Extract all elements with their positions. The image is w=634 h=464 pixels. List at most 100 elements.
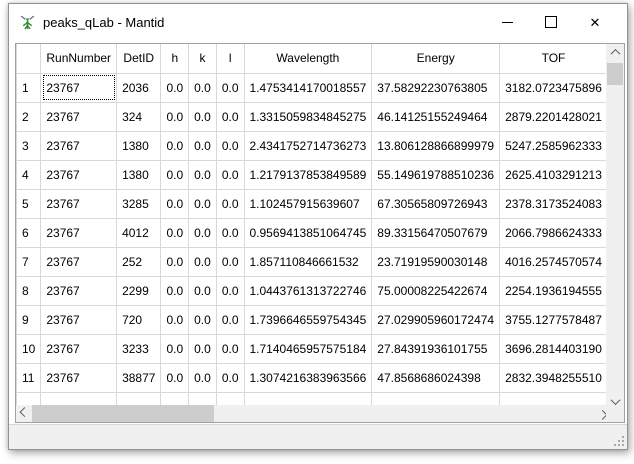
minimize-button[interactable]: [485, 4, 529, 40]
table-cell[interactable]: 23767: [41, 73, 117, 102]
table-cell[interactable]: 0.0: [189, 305, 217, 334]
row-number[interactable]: 10: [17, 334, 41, 363]
column-header-wavelength[interactable]: Wavelength: [244, 44, 372, 73]
table-cell[interactable]: 1.3315059834845275: [244, 102, 372, 131]
table-cell[interactable]: 2879.2201428021: [500, 102, 606, 131]
table-cell[interactable]: 1.3074216383963566: [244, 363, 372, 392]
table-cell[interactable]: 23767: [41, 334, 117, 363]
table-cell[interactable]: 0.0: [161, 73, 189, 102]
table-cell[interactable]: 0.0: [189, 334, 217, 363]
scroll-right-button[interactable]: [590, 405, 606, 422]
table-cell[interactable]: 0.0: [161, 363, 189, 392]
close-button[interactable]: ✕: [573, 4, 617, 40]
table-cell[interactable]: 0.0: [216, 189, 244, 218]
table-cell[interactable]: 23767: [41, 189, 117, 218]
row-number[interactable]: 11: [17, 363, 41, 392]
column-header-h[interactable]: h: [161, 44, 189, 73]
table-cell[interactable]: 0.0: [189, 276, 217, 305]
table-cell[interactable]: 27.029905960172474: [372, 305, 500, 334]
table-cell[interactable]: 0.0: [161, 334, 189, 363]
table-cell[interactable]: 47.8568686024398: [372, 363, 500, 392]
horizontal-scrollbar-thumb[interactable]: [32, 405, 214, 422]
table-cell[interactable]: 0.0: [189, 102, 217, 131]
table-cell[interactable]: 0.0: [216, 131, 244, 160]
table-cell[interactable]: 1.0443761313722746: [244, 276, 372, 305]
table-cell[interactable]: 4012: [117, 218, 161, 247]
row-number[interactable]: 7: [17, 247, 41, 276]
scroll-left-button[interactable]: [16, 405, 32, 422]
table-cell[interactable]: 0.0: [161, 131, 189, 160]
table-cell[interactable]: 1.7396646559754345: [244, 305, 372, 334]
table-cell[interactable]: 3755.1277578487: [500, 305, 606, 334]
table-cell[interactable]: 1380: [117, 131, 161, 160]
table-cell[interactable]: 1.2179137853849589: [244, 160, 372, 189]
table-cell[interactable]: 1.102457915639607: [244, 189, 372, 218]
table-cell[interactable]: 2832.3948255510: [500, 363, 606, 392]
table-cell[interactable]: 0.0: [189, 73, 217, 102]
table-cell[interactable]: 324: [117, 102, 161, 131]
table-cell[interactable]: 2378.3173524083: [500, 189, 606, 218]
row-number[interactable]: 2: [17, 102, 41, 131]
row-number[interactable]: 4: [17, 160, 41, 189]
table-cell[interactable]: 1.857110846661532: [244, 247, 372, 276]
titlebar[interactable]: peaks_qLab - Mantid ✕: [9, 4, 627, 40]
row-number[interactable]: 1: [17, 73, 41, 102]
table-cell[interactable]: 1380: [117, 160, 161, 189]
table-cell[interactable]: 0.0: [161, 102, 189, 131]
table-cell[interactable]: 23767: [41, 363, 117, 392]
table-cell[interactable]: 1.4753414170018557: [244, 73, 372, 102]
table-cell[interactable]: 23767: [41, 102, 117, 131]
column-header-energy[interactable]: Energy: [372, 44, 500, 73]
table-cell[interactable]: 0.0: [216, 73, 244, 102]
table-cell[interactable]: 2299: [117, 276, 161, 305]
scroll-down-button[interactable]: [606, 389, 624, 405]
vertical-scrollbar-thumb[interactable]: [607, 63, 623, 85]
table-cell[interactable]: 38877: [117, 363, 161, 392]
table-cell[interactable]: 0.0: [189, 131, 217, 160]
resize-grip-icon[interactable]: [614, 436, 624, 446]
vertical-scrollbar[interactable]: [606, 44, 624, 405]
table-cell[interactable]: 46.14125155249464: [372, 102, 500, 131]
table-cell[interactable]: 0.0: [216, 305, 244, 334]
table-cell[interactable]: 0.0: [161, 189, 189, 218]
row-number[interactable]: 9: [17, 305, 41, 334]
table-cell[interactable]: 1.7140465957575184: [244, 334, 372, 363]
table-cell[interactable]: 23767: [41, 218, 117, 247]
table-cell[interactable]: 23.71919590030148: [372, 247, 500, 276]
table-cell[interactable]: 2625.4103291213: [500, 160, 606, 189]
table-cell[interactable]: 2036: [117, 73, 161, 102]
table-cell[interactable]: 3285: [117, 189, 161, 218]
table-cell[interactable]: 23767: [41, 160, 117, 189]
table-cell[interactable]: 13.806128866899979: [372, 131, 500, 160]
table-cell[interactable]: 0.0: [189, 160, 217, 189]
table-cell[interactable]: 0.0: [161, 160, 189, 189]
table-cell[interactable]: 89.33156470507679: [372, 218, 500, 247]
table-cell[interactable]: 252: [117, 247, 161, 276]
table-cell[interactable]: 0.0: [161, 276, 189, 305]
maximize-button[interactable]: [529, 4, 573, 40]
table-cell[interactable]: 4016.2574570574: [500, 247, 606, 276]
row-number[interactable]: 5: [17, 189, 41, 218]
table-cell[interactable]: 0.0: [189, 363, 217, 392]
table-cell[interactable]: 2066.7986624333: [500, 218, 606, 247]
table-cell[interactable]: 0.0: [216, 276, 244, 305]
table-cell[interactable]: 0.0: [216, 218, 244, 247]
table-cell[interactable]: 0.0: [189, 247, 217, 276]
column-header-k[interactable]: k: [189, 44, 217, 73]
column-header-detid[interactable]: DetID: [117, 44, 161, 73]
column-header-tof[interactable]: TOF: [500, 44, 606, 73]
table-cell[interactable]: 75.00008225422674: [372, 276, 500, 305]
table-cell[interactable]: 2254.1936194555: [500, 276, 606, 305]
column-header-l[interactable]: l: [216, 44, 244, 73]
table-cell[interactable]: 3182.0723475896: [500, 73, 606, 102]
table-cell[interactable]: 0.0: [216, 102, 244, 131]
horizontal-scrollbar[interactable]: [16, 405, 606, 422]
table-cell[interactable]: 0.0: [161, 305, 189, 334]
table-cell[interactable]: 3696.2814403190: [500, 334, 606, 363]
table-cell[interactable]: 2.4341752714736273: [244, 131, 372, 160]
row-number[interactable]: 8: [17, 276, 41, 305]
table-cell[interactable]: 67.30565809726943: [372, 189, 500, 218]
table-cell[interactable]: 0.9569413851064745: [244, 218, 372, 247]
table-cell[interactable]: 3233: [117, 334, 161, 363]
table-cell[interactable]: 23767: [41, 131, 117, 160]
